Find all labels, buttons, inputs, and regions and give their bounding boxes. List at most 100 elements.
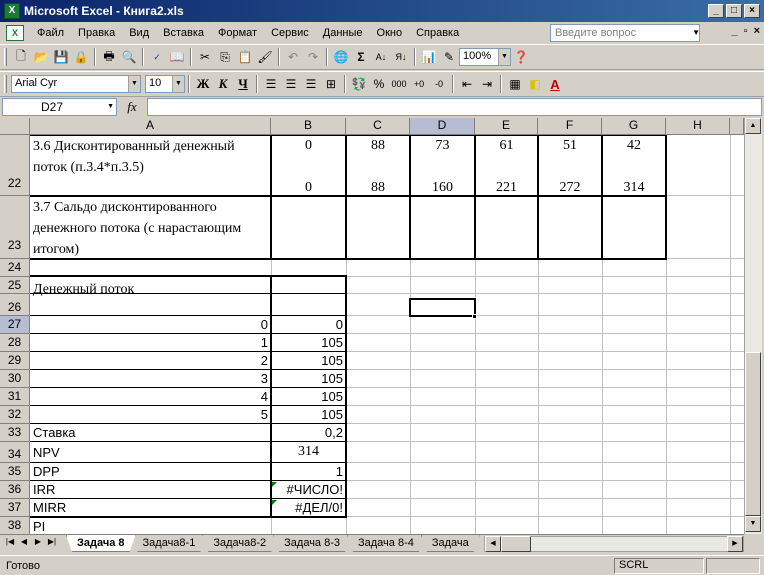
align-right-icon[interactable]: ☰ <box>301 74 321 94</box>
cell-a27[interactable]: 0 <box>30 316 270 333</box>
help-question-input[interactable]: Введите вопрос <box>550 24 700 42</box>
font-size-select[interactable]: 10 ▼ <box>145 75 185 93</box>
cell-a28[interactable]: 1 <box>30 334 270 351</box>
cell-b31[interactable]: 105 <box>272 388 345 405</box>
sheet-tab-zadacha8-2[interactable]: Задача8-2 <box>202 535 277 552</box>
row-header-38[interactable]: 38 <box>0 517 30 534</box>
cell-e23[interactable]: 221 <box>476 178 537 198</box>
column-header-i[interactable] <box>730 118 744 135</box>
column-header-c[interactable]: C <box>346 118 410 135</box>
toolbar-grip[interactable] <box>4 48 7 66</box>
print-icon[interactable]: 🖶 <box>99 47 119 67</box>
maximize-button[interactable]: □ <box>726 4 742 18</box>
menu-edit[interactable]: Правка <box>71 23 122 43</box>
cell-f22[interactable]: 51 <box>539 136 601 156</box>
row-header-35[interactable]: 35 <box>0 463 30 481</box>
hyperlink-icon[interactable]: 🌐 <box>331 47 351 67</box>
open-icon[interactable]: 📂 <box>31 47 51 67</box>
scroll-down-icon[interactable]: ▼ <box>745 516 761 532</box>
column-header-a[interactable]: A <box>30 118 271 135</box>
cell-b23[interactable]: 0 <box>272 178 345 198</box>
toolbar-grip[interactable] <box>4 75 7 93</box>
sheet-tab-zadacha8-1[interactable]: Задача8-1 <box>132 535 207 552</box>
cell-c22[interactable]: 88 <box>347 136 409 156</box>
row-header-34[interactable]: 34 <box>0 442 30 463</box>
name-box-dropdown-icon[interactable]: ▼ <box>107 103 114 110</box>
print-preview-icon[interactable]: 🔍 <box>119 47 139 67</box>
sheet-tab-zadacha-8[interactable]: Задача 8 <box>66 535 136 552</box>
format-painter-icon[interactable]: 🖌 <box>255 47 275 67</box>
chart-wizard-icon[interactable]: 📊 <box>419 47 439 67</box>
fill-handle[interactable] <box>472 314 477 319</box>
row-header-33[interactable]: 33 <box>0 424 30 442</box>
scroll-up-icon[interactable]: ▲ <box>745 118 761 134</box>
prev-sheet-icon[interactable]: ◀ <box>18 537 30 546</box>
cell-a37[interactable]: MIRR <box>33 499 66 516</box>
column-header-e[interactable]: E <box>475 118 538 135</box>
cell-a29[interactable]: 2 <box>30 352 270 369</box>
sheet-tab-zadacha-8-3[interactable]: Задача 8-3 <box>273 535 351 552</box>
doc-restore-button[interactable]: ▫ <box>744 25 748 37</box>
column-header-h[interactable]: H <box>666 118 730 135</box>
cell-b22[interactable]: 0 <box>272 136 345 156</box>
doc-close-button[interactable]: × <box>754 25 760 37</box>
align-left-icon[interactable]: ☰ <box>261 74 281 94</box>
cell-a22[interactable]: 3.6 Дисконтированный денежный поток (п.3… <box>33 136 270 178</box>
minimize-button[interactable]: _ <box>708 4 724 18</box>
menu-view[interactable]: Вид <box>122 23 156 43</box>
workbook-icon[interactable]: X <box>6 25 24 41</box>
cell-d23[interactable]: 160 <box>411 178 474 198</box>
cell-a30[interactable]: 3 <box>30 370 270 387</box>
cell-b34[interactable]: 314 <box>272 442 345 462</box>
cell-b35[interactable]: 1 <box>272 463 345 480</box>
cell-a34[interactable]: NPV <box>33 444 60 462</box>
decrease-indent-icon[interactable]: ⇤ <box>457 74 477 94</box>
cut-icon[interactable]: ✂ <box>195 47 215 67</box>
cell-b37[interactable]: #ДЕЛ/0! <box>272 499 345 516</box>
zoom-dropdown-icon[interactable]: ▼ <box>498 49 510 65</box>
cell-g22[interactable]: 42 <box>603 136 665 156</box>
menu-insert[interactable]: Вставка <box>156 23 211 43</box>
font-color-icon[interactable]: A <box>545 74 565 94</box>
row-header-22[interactable]: 22 <box>0 135 30 196</box>
sort-ascending-icon[interactable]: A↓ <box>371 47 391 67</box>
row-header-27[interactable]: 27 <box>0 316 30 334</box>
insert-function-icon[interactable]: fx <box>117 99 147 115</box>
fill-color-icon[interactable]: ◧ <box>525 74 545 94</box>
undo-icon[interactable]: ↶ <box>283 47 303 67</box>
cell-g23[interactable]: 314 <box>603 178 665 198</box>
increase-decimal-icon[interactable]: +0 <box>409 74 429 94</box>
cell-d22[interactable]: 73 <box>411 136 474 156</box>
scroll-right-icon[interactable]: ▶ <box>727 536 743 552</box>
research-icon[interactable]: 📖 <box>167 47 187 67</box>
cell-b29[interactable]: 105 <box>272 352 345 369</box>
cell-a32[interactable]: 5 <box>30 406 270 423</box>
cell-a36[interactable]: IRR <box>33 481 55 498</box>
formula-input[interactable] <box>147 98 762 116</box>
cell-a23-text[interactable]: 3.7 Сальдо дисконтированного денежного п… <box>33 197 270 260</box>
row-header-25[interactable]: 25 <box>0 277 30 294</box>
column-header-b[interactable]: B <box>271 118 346 135</box>
vertical-scrollbar[interactable]: ▲ ▼ <box>744 118 762 534</box>
menu-format[interactable]: Формат <box>211 23 264 43</box>
cell-a26[interactable]: Денежный поток <box>33 280 134 300</box>
bold-button[interactable]: Ж <box>193 74 213 94</box>
next-sheet-icon[interactable]: ▶ <box>32 537 44 546</box>
row-header-23[interactable]: 23 <box>0 196 30 259</box>
row-header-31[interactable]: 31 <box>0 388 30 406</box>
increase-indent-icon[interactable]: ⇥ <box>477 74 497 94</box>
column-header-g[interactable]: G <box>602 118 666 135</box>
paste-icon[interactable]: 📋 <box>235 47 255 67</box>
merge-center-icon[interactable]: ⊞ <box>321 74 341 94</box>
first-sheet-icon[interactable]: |◀ <box>4 537 16 546</box>
active-cell-d27[interactable] <box>409 298 476 317</box>
underline-button[interactable]: Ч <box>233 74 253 94</box>
new-icon[interactable]: 🗋 <box>11 47 31 67</box>
column-header-d[interactable]: D <box>410 118 475 135</box>
row-header-28[interactable]: 28 <box>0 334 30 352</box>
cell-b33[interactable]: 0,2 <box>272 424 345 441</box>
select-all-corner[interactable] <box>0 118 30 135</box>
close-button[interactable]: × <box>744 4 760 18</box>
row-header-32[interactable]: 32 <box>0 406 30 424</box>
menu-tools[interactable]: Сервис <box>264 23 316 43</box>
